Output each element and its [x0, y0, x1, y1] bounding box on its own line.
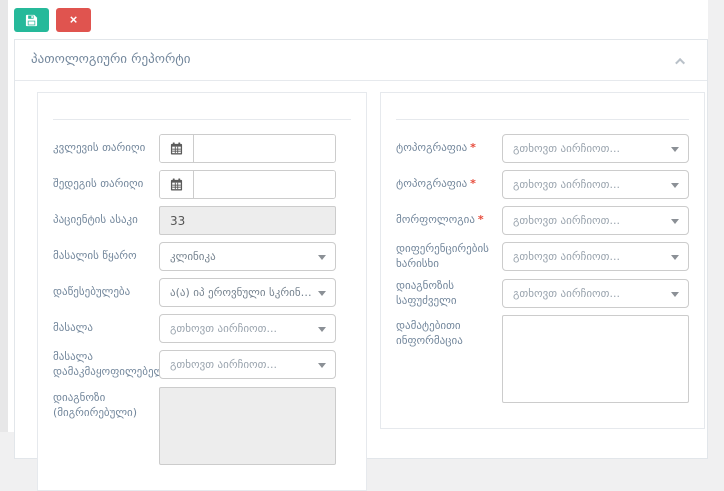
field-study-date: კვლევის თარიღი — [53, 134, 351, 163]
panel-body: კვლევის თარიღი — [15, 81, 707, 491]
panel-pathology-report: პათოლოგიური რეპორტი კვლევის თარიღი — [14, 39, 708, 459]
caret-down-icon — [671, 255, 679, 260]
save-button[interactable] — [14, 8, 49, 32]
material-satisfactory-select[interactable]: გთხოვთ აირჩიოთ... — [159, 350, 336, 379]
field-morphology: მორფოლოგია* გთხოვთ აირჩიოთ... — [396, 206, 689, 235]
section-divider — [396, 103, 689, 120]
content-area: × პათოლოგიური რეპორტი კვლევის თარიღი — [8, 0, 708, 432]
caret-down-icon — [318, 327, 326, 332]
topography-select-1[interactable]: გთხოვთ აირჩიოთ... — [502, 134, 689, 163]
section-divider — [53, 103, 351, 120]
select-value: ა(ა) იპ ეროვნული სკრინინგ ცენტრ... — [170, 286, 313, 299]
field-patient-age: პაციენტის ასაკი — [53, 206, 351, 235]
field-topography-2: ტოპოგრაფია* გთხოვთ აირჩიოთ... — [396, 170, 689, 199]
field-label: ტოპოგრაფია* — [396, 177, 502, 192]
required-asterisk: * — [478, 213, 484, 226]
collapse-button[interactable] — [672, 48, 691, 71]
left-rail — [0, 0, 8, 432]
caret-down-icon — [671, 183, 679, 188]
select-placeholder: გთხოვთ აირჩიოთ... — [513, 178, 620, 191]
caret-down-icon — [671, 219, 679, 224]
field-label: პაციენტის ასაკი — [53, 213, 159, 228]
field-label: დიაგნოზის საფუძველი — [396, 279, 502, 309]
caret-down-icon — [671, 292, 679, 297]
additional-info-textarea[interactable] — [502, 315, 689, 403]
close-button[interactable]: × — [56, 8, 91, 32]
panel-header: პათოლოგიური რეპორტი — [15, 40, 707, 81]
caret-down-icon — [671, 147, 679, 152]
required-asterisk: * — [470, 141, 476, 154]
institution-select[interactable]: ა(ა) იპ ეროვნული სკრინინგ ცენტრ... — [159, 278, 336, 307]
field-result-date: შედეგის თარიღი — [53, 170, 351, 199]
select-placeholder: გთხოვთ აირჩიოთ... — [170, 322, 277, 335]
field-label: დამატებითი ინფორმაცია — [396, 315, 502, 349]
panel-title: პათოლოგიური რეპორტი — [31, 52, 191, 67]
toolbar: × — [8, 0, 708, 39]
select-placeholder: გთხოვთ აირჩიოთ... — [170, 358, 277, 371]
required-asterisk: * — [470, 177, 476, 190]
material-source-select[interactable]: კლინიკა — [159, 242, 336, 271]
field-label: შედეგის თარიღი — [53, 177, 159, 192]
floppy-disk-icon — [25, 14, 38, 27]
field-material: მასალა გთხოვთ აირჩიოთ... — [53, 314, 351, 343]
field-diagnosis-basis: დიაგნოზის საფუძველი გთხოვთ აირჩიოთ... — [396, 279, 689, 309]
field-label: მასალა დამაკმაყოფილებელია — [53, 350, 159, 380]
left-form-section: კვლევის თარიღი — [37, 92, 367, 491]
differentiation-grade-select[interactable]: გთხოვთ აირჩიოთ... — [502, 242, 689, 271]
field-topography-1: ტოპოგრაფია* გთხოვთ აირჩიოთ... — [396, 134, 689, 163]
field-institution: დაწესებულება ა(ა) იპ ეროვნული სკრინინგ ც… — [53, 278, 351, 307]
topography-select-2[interactable]: გთხოვთ აირჩიოთ... — [502, 170, 689, 199]
field-label: მასალა — [53, 321, 159, 336]
material-select[interactable]: გთხოვთ აირჩიოთ... — [159, 314, 336, 343]
field-label: მორფოლოგია* — [396, 213, 502, 228]
field-label: კვლევის თარიღი — [53, 141, 159, 156]
field-label: მასალის წყარო — [53, 249, 159, 264]
patient-age-input — [159, 206, 336, 235]
field-material-satisfactory: მასალა დამაკმაყოფილებელია გთხოვთ აირჩიოთ… — [53, 350, 351, 380]
field-material-source: მასალის წყარო კლინიკა — [53, 242, 351, 271]
caret-down-icon — [318, 291, 326, 296]
diagnosis-basis-select[interactable]: გთხოვთ აირჩიოთ... — [502, 279, 689, 308]
chevron-up-icon — [675, 58, 685, 68]
field-diagnosis-migrated: დიაგნოზი (მიგრირებული) — [53, 387, 351, 469]
select-placeholder: გთხოვთ აირჩიოთ... — [513, 250, 620, 263]
caret-down-icon — [318, 363, 326, 368]
right-form-section: ტოპოგრაფია* გთხოვთ აირჩიოთ... ტოპოგრაფია… — [380, 92, 705, 429]
field-additional-info: დამატებითი ინფორმაცია — [396, 315, 689, 407]
field-label: დიაგნოზი (მიგრირებული) — [53, 387, 159, 421]
field-label: ტოპოგრაფია* — [396, 141, 502, 156]
calendar-icon — [160, 171, 194, 198]
select-placeholder: გთხოვთ აირჩიოთ... — [513, 287, 620, 300]
field-differentiation-grade: დიფერენცირების ხარისხი გთხოვთ აირჩიოთ... — [396, 242, 689, 272]
select-value: კლინიკა — [170, 250, 216, 263]
field-label: დაწესებულება — [53, 285, 159, 300]
select-placeholder: გთხოვთ აირჩიოთ... — [513, 214, 620, 227]
calendar-icon — [160, 135, 194, 162]
select-placeholder: გთხოვთ აირჩიოთ... — [513, 142, 620, 155]
caret-down-icon — [318, 255, 326, 260]
result-date-input[interactable] — [194, 171, 335, 198]
field-label: დიფერენცირების ხარისხი — [396, 242, 502, 272]
morphology-select[interactable]: გთხოვთ აირჩიოთ... — [502, 206, 689, 235]
close-icon: × — [70, 13, 78, 26]
study-date-input[interactable] — [194, 135, 335, 162]
diagnosis-migrated-textarea — [159, 387, 336, 465]
